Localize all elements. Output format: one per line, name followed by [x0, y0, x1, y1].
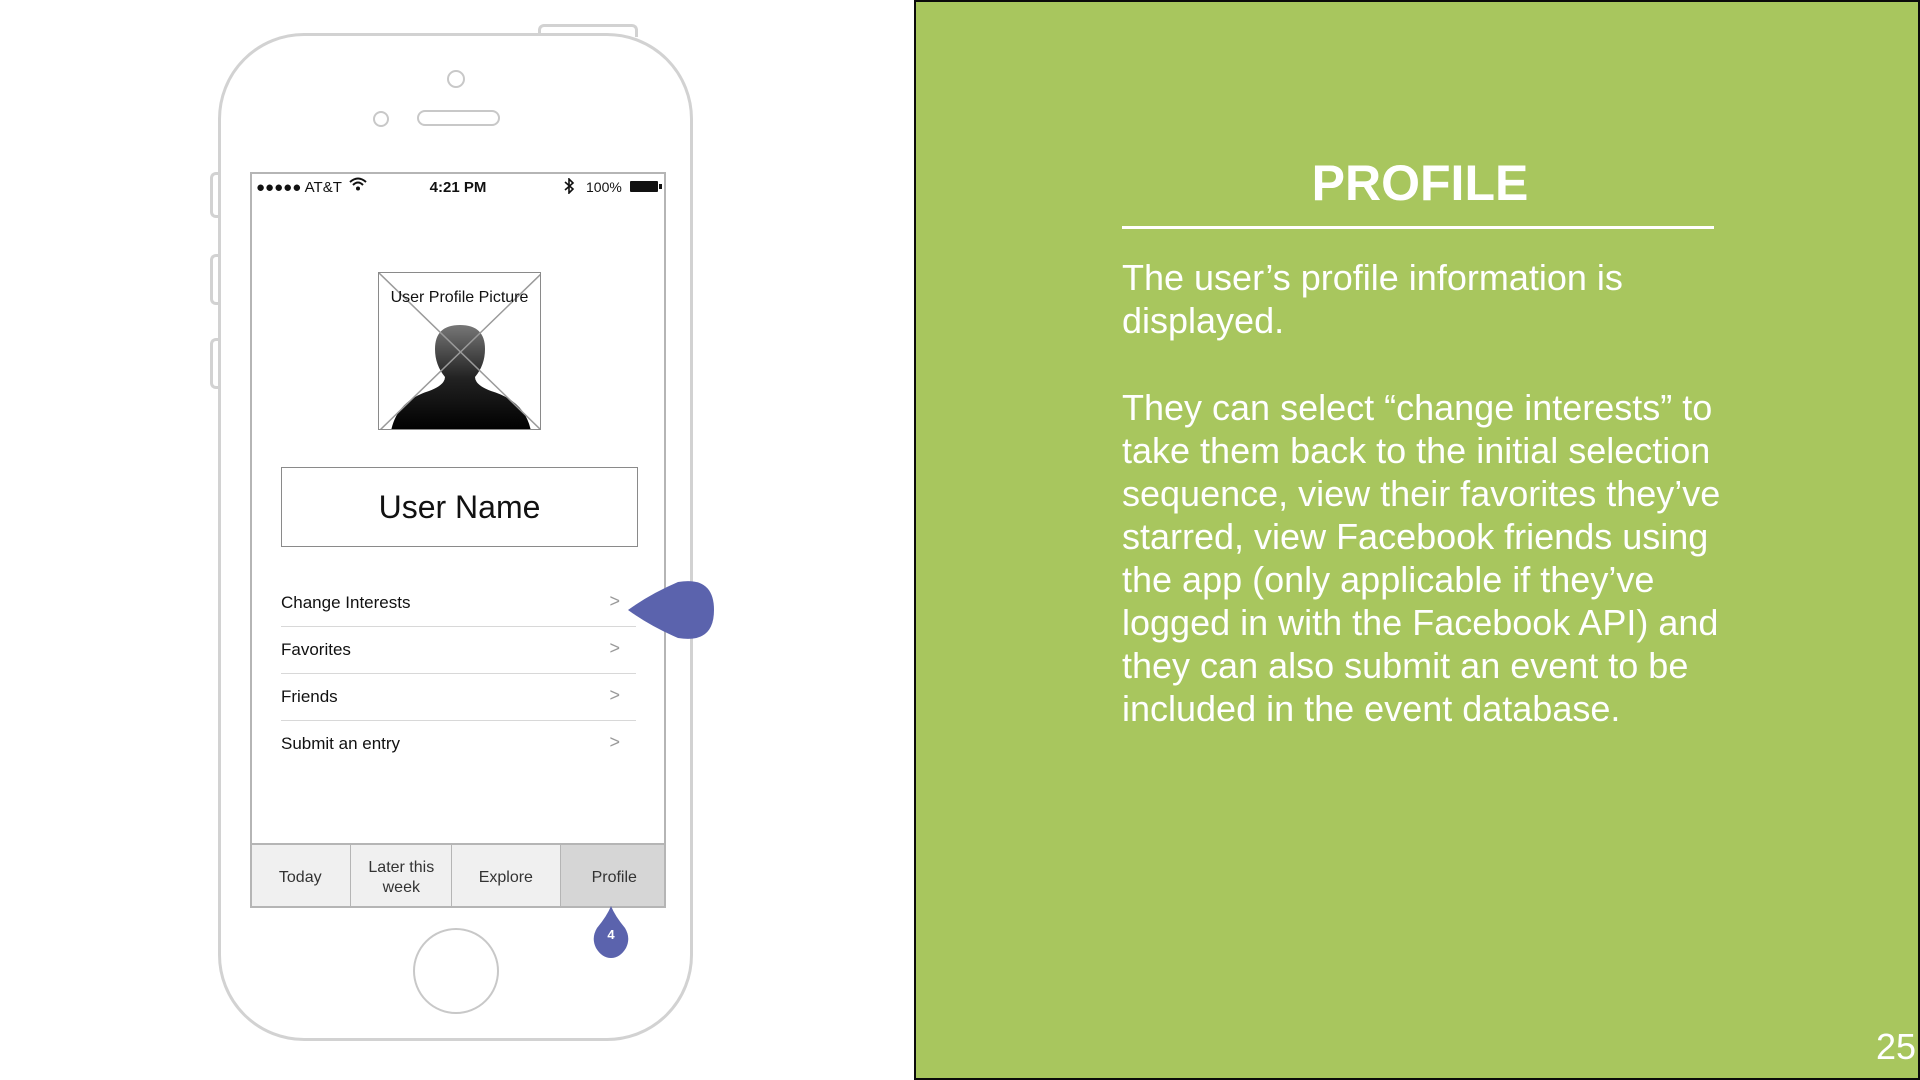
- menu-item-change-interests[interactable]: Change Interests >: [281, 580, 636, 627]
- page-number: 25: [1875, 1026, 1916, 1067]
- menu-item-label: Change Interests: [281, 593, 411, 612]
- user-name-field: User Name: [281, 467, 638, 547]
- tab-today[interactable]: Today: [252, 845, 352, 906]
- tab-bar: Today Later this week Explore Profile: [252, 843, 664, 906]
- home-button[interactable]: [413, 928, 499, 1014]
- profile-picture-caption: User Profile Picture: [390, 289, 529, 306]
- description-paragraph-2: They can select “change interests” to ta…: [1122, 387, 1721, 729]
- step-number: 4: [607, 927, 615, 942]
- menu-item-label: Submit an entry: [281, 734, 401, 753]
- bluetooth-icon: [563, 177, 575, 198]
- proximity-sensor: [373, 111, 389, 127]
- status-bar: ●●●●● AT&T 4:21 PM 100%: [252, 174, 664, 202]
- profile-menu: Change Interests > Favorites > Friends >…: [281, 580, 636, 767]
- menu-item-friends[interactable]: Friends >: [281, 674, 636, 721]
- front-camera: [447, 70, 465, 88]
- earpiece-speaker: [417, 110, 500, 126]
- phone-screen: ●●●●● AT&T 4:21 PM 100% User Profile Pic…: [250, 172, 666, 908]
- title-divider: [1122, 226, 1714, 229]
- battery-icon: [630, 181, 662, 192]
- tab-explore[interactable]: Explore: [452, 845, 561, 906]
- step-marker-icon: 4: [593, 906, 629, 963]
- menu-item-favorites[interactable]: Favorites >: [281, 627, 636, 674]
- tab-profile[interactable]: Profile: [560, 845, 664, 906]
- panel-title: PROFILE: [1311, 155, 1529, 211]
- description-panel: PROFILE The user’s profile information i…: [914, 0, 1920, 1080]
- description-paragraph-1: The user’s profile information is displa…: [1122, 257, 1623, 341]
- chevron-right-icon: >: [609, 591, 620, 611]
- battery-percent: 100%: [586, 179, 622, 195]
- callout-marker-icon: [628, 580, 714, 645]
- chevron-right-icon: >: [609, 638, 620, 658]
- menu-item-label: Friends: [281, 687, 338, 706]
- tab-later-this-week[interactable]: Later this week: [351, 845, 453, 906]
- chevron-right-icon: >: [609, 685, 620, 705]
- chevron-right-icon: >: [609, 732, 620, 752]
- menu-item-submit-entry[interactable]: Submit an entry >: [281, 721, 636, 767]
- menu-item-label: Favorites: [281, 640, 351, 659]
- profile-picture-placeholder[interactable]: User Profile Picture: [378, 272, 541, 430]
